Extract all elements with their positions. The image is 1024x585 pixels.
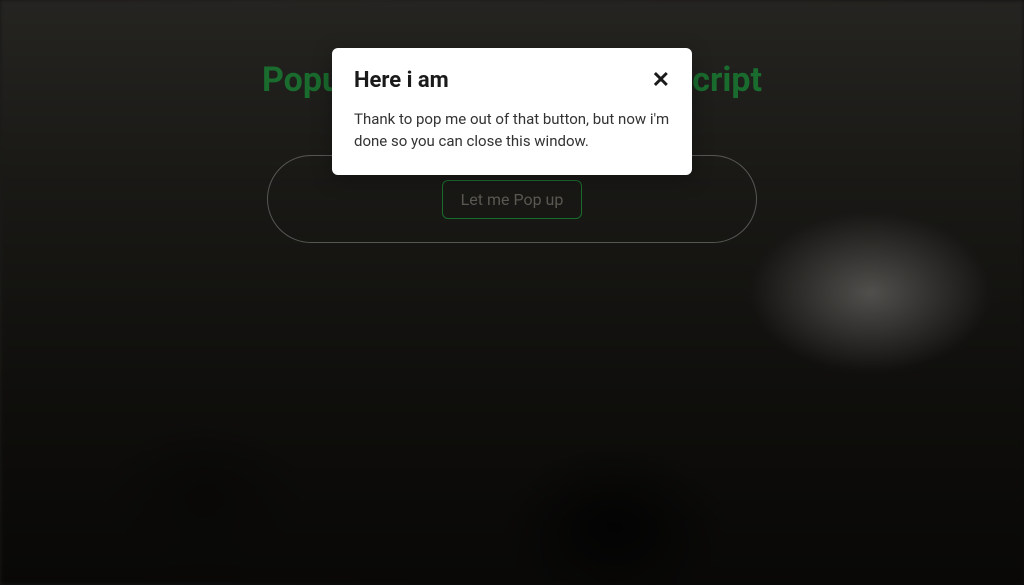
- modal-header: Here i am ✕: [354, 68, 670, 93]
- close-button[interactable]: ✕: [652, 70, 670, 92]
- modal-title: Here i am: [354, 68, 449, 93]
- open-popup-button[interactable]: Let me Pop up: [442, 180, 583, 219]
- popup-modal: Here i am ✕ Thank to pop me out of that …: [332, 48, 692, 175]
- modal-body-text: Thank to pop me out of that button, but …: [354, 109, 670, 153]
